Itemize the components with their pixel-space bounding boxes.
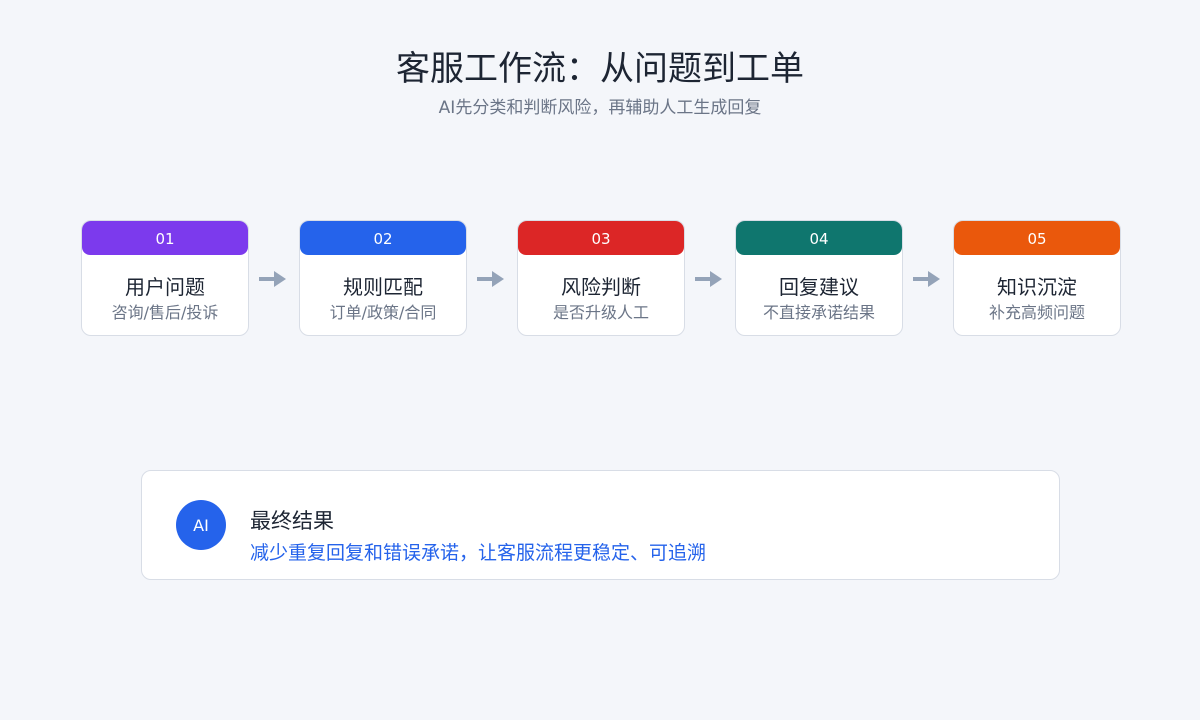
result-title: 最终结果 xyxy=(250,509,334,533)
page-title: 客服工作流：从问题到工单 xyxy=(396,49,804,89)
step-card-5: 05 知识沉淀 补充高频问题 xyxy=(953,220,1121,336)
arrow-right-icon xyxy=(477,271,504,287)
step-number-badge: 04 xyxy=(736,221,902,255)
result-card: AI 最终结果 减少重复回复和错误承诺，让客服流程更稳定、可追溯 xyxy=(141,470,1060,580)
step-title: 用户问题 xyxy=(125,275,205,299)
step-title: 风险判断 xyxy=(561,275,641,299)
step-number-badge: 02 xyxy=(300,221,466,255)
step-card-2: 02 规则匹配 订单/政策/合同 xyxy=(299,220,467,336)
arrow-right-icon xyxy=(259,271,286,287)
step-title: 规则匹配 xyxy=(343,275,423,299)
step-number-badge: 01 xyxy=(82,221,248,255)
step-title: 知识沉淀 xyxy=(997,275,1077,299)
page-subtitle: AI先分类和判断风险，再辅助人工生成回复 xyxy=(438,98,762,118)
step-description: 补充高频问题 xyxy=(988,303,1085,322)
step-description: 不直接承诺结果 xyxy=(762,303,875,322)
step-description: 是否升级人工 xyxy=(552,303,649,322)
step-card-3: 03 风险判断 是否升级人工 xyxy=(517,220,685,336)
step-description: 订单/政策/合同 xyxy=(329,303,437,322)
result-description: 减少重复回复和错误承诺，让客服流程更稳定、可追溯 xyxy=(250,542,707,564)
step-number-badge: 03 xyxy=(518,221,684,255)
arrow-right-icon xyxy=(695,271,722,287)
step-description: 咨询/售后/投诉 xyxy=(111,303,219,322)
step-title: 回复建议 xyxy=(779,275,859,299)
step-number-badge: 05 xyxy=(954,221,1120,255)
step-card-4: 04 回复建议 不直接承诺结果 xyxy=(735,220,903,336)
workflow-diagram: 客服工作流：从问题到工单 AI先分类和判断风险，再辅助人工生成回复 01 用户问… xyxy=(0,0,1200,720)
arrow-right-icon xyxy=(913,271,940,287)
ai-avatar-icon: AI xyxy=(176,500,226,550)
step-card-1: 01 用户问题 咨询/售后/投诉 xyxy=(81,220,249,336)
